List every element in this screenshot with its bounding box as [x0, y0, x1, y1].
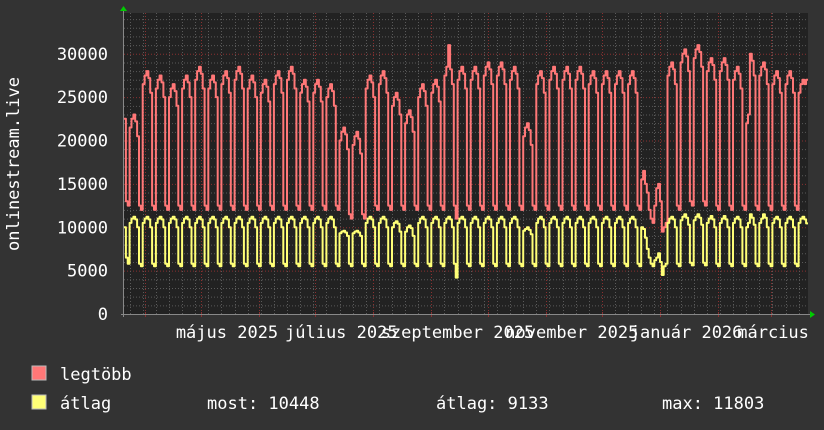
x-tick-label: március [737, 323, 809, 343]
legend-label-avg: átlag [60, 394, 111, 414]
y-tick-label: 15000 [57, 175, 108, 195]
y-tick-label: 25000 [57, 88, 108, 108]
stat-max: max: 11803 [662, 394, 764, 414]
legend-swatch-max [31, 365, 47, 381]
y-axis-label: onlinestream.live [4, 77, 24, 251]
legend-label-max: legtöbb [60, 365, 132, 385]
y-tick-label: 30000 [57, 45, 108, 65]
y-tick-label: 5000 [67, 262, 108, 282]
stat-average: átlag: 9133 [436, 394, 549, 414]
y-tick-label: 0 [98, 305, 108, 325]
y-tick-label: 20000 [57, 132, 108, 152]
stat-current: most: 10448 [207, 394, 320, 414]
x-tick-labels: május 2025 július 2025szeptember 2025nove… [176, 323, 809, 343]
chart: 0 5000 10000 15000 20000 25000 30000 május 202… [0, 0, 824, 430]
y-tick-label: 10000 [57, 218, 108, 238]
x-tick-label: november 2025 [505, 323, 638, 343]
x-tick-label: május 2025 [176, 323, 278, 343]
legend-swatch-avg [31, 394, 47, 410]
x-tick-label: január 2026 [630, 323, 743, 343]
